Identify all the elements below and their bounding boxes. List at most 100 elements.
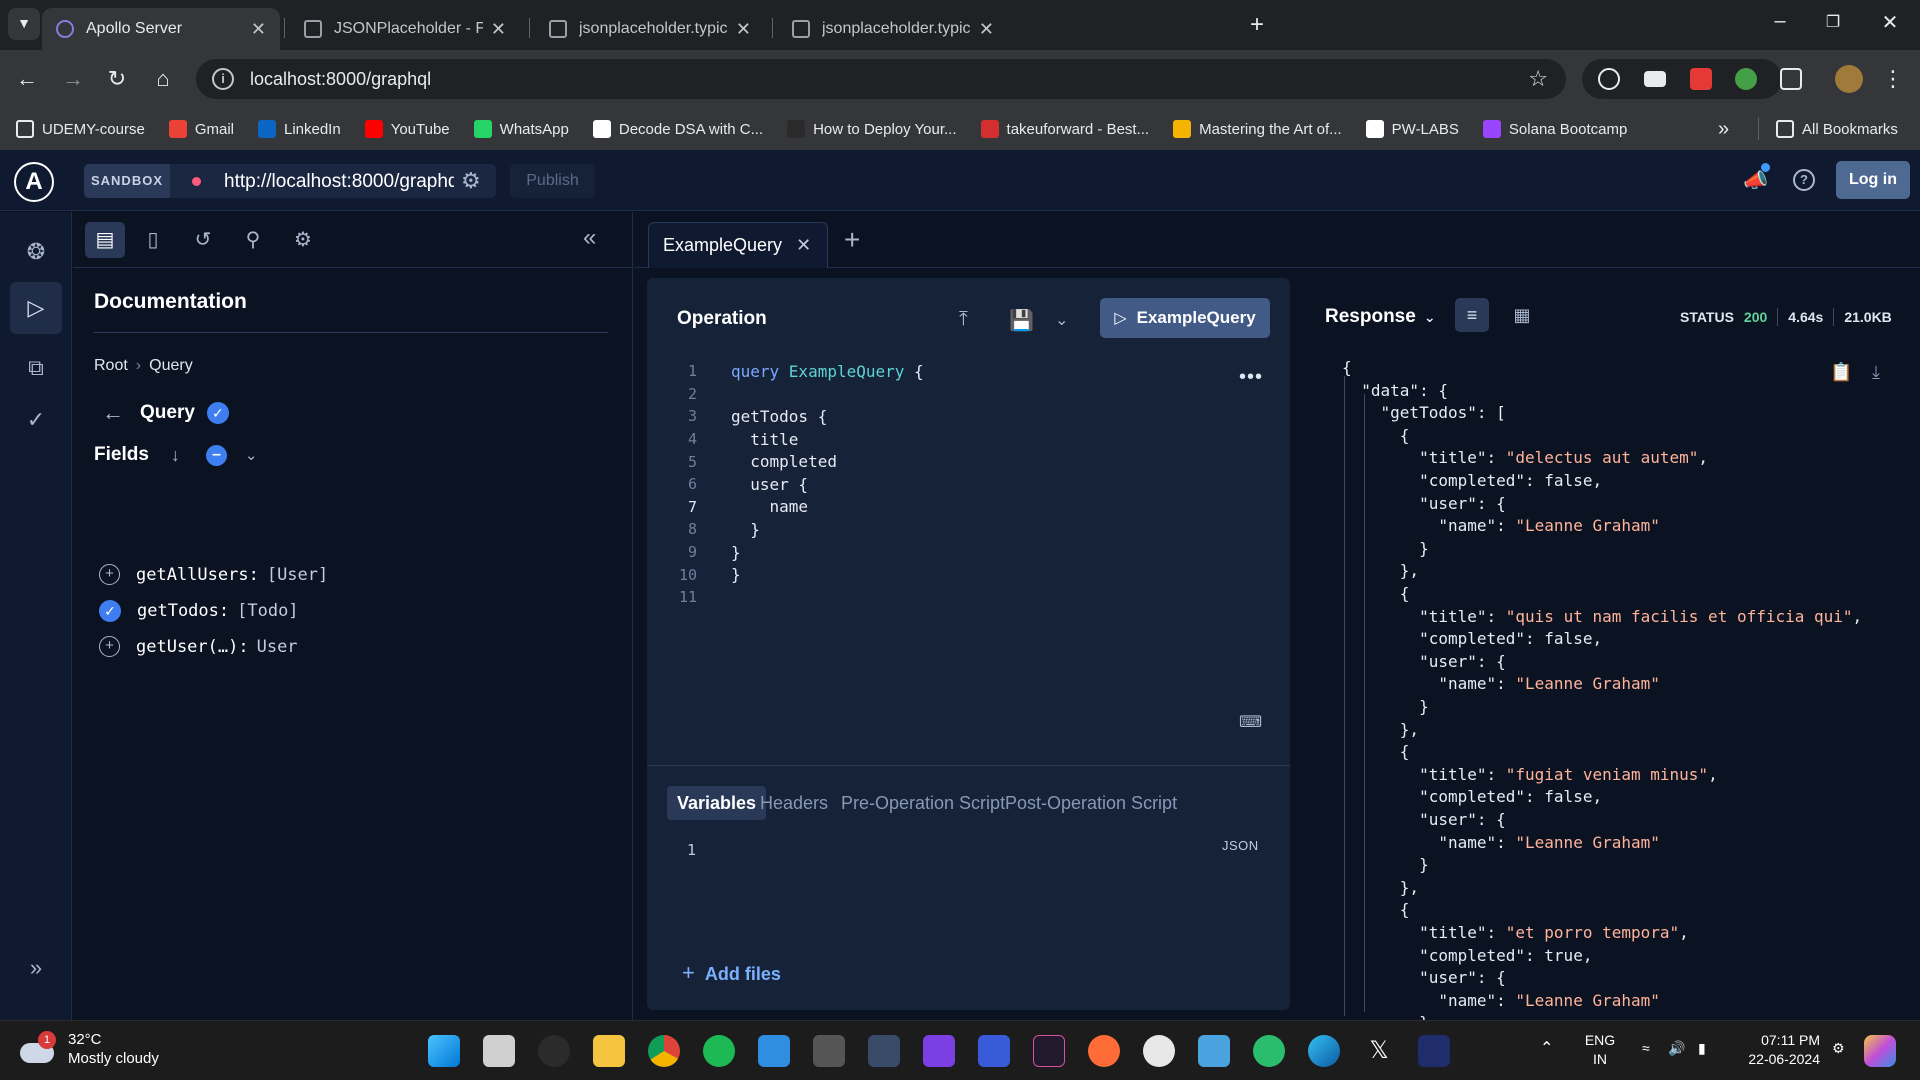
- add-files-button[interactable]: + Add files: [682, 960, 781, 986]
- language-indicator[interactable]: ENG IN: [1580, 1031, 1620, 1069]
- selected-check-icon[interactable]: ✓: [206, 402, 229, 424]
- new-operation-tab-icon[interactable]: +: [844, 224, 860, 256]
- field-type[interactable]: [Todo]: [237, 601, 298, 621]
- app-icon-dark[interactable]: [538, 1035, 570, 1067]
- json-mode-label[interactable]: JSON: [1222, 838, 1259, 853]
- profile-avatar[interactable]: [1832, 62, 1866, 96]
- schema-icon[interactable]: ❂: [10, 226, 62, 278]
- more-bookmarks-icon[interactable]: »: [1718, 118, 1729, 141]
- mongodb-icon[interactable]: [1143, 1035, 1175, 1067]
- browser-tab[interactable]: JSONPlaceholder - Free Fake RE ✕: [290, 8, 520, 50]
- chrome-icon[interactable]: [648, 1035, 680, 1067]
- breadcrumb-root[interactable]: Root: [94, 357, 128, 374]
- start-icon[interactable]: [428, 1035, 460, 1067]
- bookmark-item[interactable]: LinkedIn: [257, 120, 341, 138]
- help-icon[interactable]: ?: [1793, 169, 1815, 191]
- close-tab-icon[interactable]: ✕: [251, 19, 266, 40]
- close-window-button[interactable]: ✕: [1870, 10, 1910, 35]
- restore-button[interactable]: ❐: [1813, 12, 1853, 32]
- clock[interactable]: 07:11 PM 22-06-2024: [1734, 1031, 1820, 1069]
- doc-field-row[interactable]: + getAllUsers: [User]: [99, 564, 328, 585]
- variables-tab[interactable]: Post-Operation Script: [1005, 786, 1177, 820]
- settings-tab-icon[interactable]: ⚙: [283, 222, 323, 258]
- search-tab-icon[interactable]: ⚲: [233, 222, 273, 258]
- bookmark-item[interactable]: Mastering the Art of...: [1173, 120, 1342, 138]
- app-icon-blue[interactable]: [978, 1035, 1010, 1067]
- vscode-icon[interactable]: [758, 1035, 790, 1067]
- minimize-button[interactable]: –: [1760, 10, 1800, 33]
- keyboard-shortcuts-icon[interactable]: ⌨: [1239, 712, 1262, 732]
- bookmark-item[interactable]: Decode DSA with C...: [592, 120, 763, 138]
- list-view-icon[interactable]: ≡: [1455, 298, 1489, 332]
- checks-icon[interactable]: ✓: [10, 394, 62, 446]
- bookmark-item[interactable]: UDEMY-course: [16, 120, 145, 138]
- connection-settings-gear-icon[interactable]: ⚙: [461, 168, 481, 194]
- back-arrow-icon[interactable]: ←: [102, 400, 124, 426]
- documentation-tab-icon[interactable]: ▤: [85, 222, 125, 258]
- terminal-icon[interactable]: [1033, 1035, 1065, 1067]
- battery-icon[interactable]: ▮: [1698, 1039, 1706, 1058]
- table-view-icon[interactable]: ▦: [1505, 298, 1539, 332]
- close-tab-icon[interactable]: ✕: [796, 235, 811, 256]
- browser-tab[interactable]: jsonplaceholder.typicode.com/u ✕: [535, 8, 765, 50]
- bookmark-item[interactable]: Gmail: [168, 120, 234, 138]
- forward-button[interactable]: →: [56, 62, 90, 96]
- browser-tab[interactable]: Apollo Server ✕: [42, 8, 280, 50]
- home-button[interactable]: ⌂: [146, 62, 180, 96]
- variables-tab[interactable]: Pre-Operation Script: [841, 786, 1005, 820]
- app-icon-dh[interactable]: [1418, 1035, 1450, 1067]
- share-icon[interactable]: ⤒: [959, 308, 968, 331]
- explorer-icon[interactable]: ▷: [10, 282, 62, 334]
- response-selector[interactable]: Response ⌄: [1325, 306, 1436, 328]
- weather-widget[interactable]: 1 32°C Mostly cloudy: [20, 1030, 159, 1068]
- bookmark-star-icon[interactable]: ☆: [1528, 66, 1548, 92]
- close-tab-icon[interactable]: ✕: [491, 19, 506, 40]
- save-icon[interactable]: 💾: [1009, 308, 1034, 333]
- browser-tab[interactable]: jsonplaceholder.typicode.com/t ✕: [778, 8, 1008, 50]
- endpoint-input[interactable]: http://localhost:8000/graphql: [224, 171, 454, 193]
- address-bar[interactable]: i localhost:8000/graphql ☆: [196, 59, 1566, 99]
- edge-icon[interactable]: [1308, 1035, 1340, 1067]
- chevron-down-icon[interactable]: ⌄: [1055, 310, 1068, 330]
- intellij-icon[interactable]: [923, 1035, 955, 1067]
- tray-chevron-icon[interactable]: ⌃: [1540, 1039, 1553, 1058]
- all-bookmarks-folder[interactable]: All Bookmarks: [1776, 120, 1898, 138]
- postman-icon[interactable]: [1088, 1035, 1120, 1067]
- address-url[interactable]: localhost:8000/graphql: [250, 69, 1528, 90]
- close-tab-icon[interactable]: ✕: [736, 19, 751, 40]
- react-devtools-icon[interactable]: [1598, 68, 1620, 90]
- chevron-down-icon[interactable]: ⌄: [245, 446, 258, 464]
- field-selected-check-icon[interactable]: ✓: [99, 600, 121, 622]
- site-info-icon[interactable]: i: [212, 68, 234, 90]
- publish-button[interactable]: Publish: [510, 164, 595, 198]
- collapse-panel-icon[interactable]: «: [583, 224, 596, 252]
- task-view-icon[interactable]: [483, 1035, 515, 1067]
- variables-tab[interactable]: Headers: [760, 786, 828, 820]
- gear-icon[interactable]: ⚙: [1832, 1039, 1845, 1058]
- more-options-icon[interactable]: •••: [1239, 366, 1263, 389]
- sort-arrow-icon[interactable]: ↓: [171, 445, 180, 466]
- app-icon-hex[interactable]: [868, 1035, 900, 1067]
- expand-rail-icon[interactable]: »: [10, 942, 62, 994]
- app-icon-green[interactable]: [1253, 1035, 1285, 1067]
- bookmark-item[interactable]: WhatsApp: [473, 120, 569, 138]
- volume-icon[interactable]: 🔊: [1668, 1039, 1685, 1058]
- x-icon[interactable]: 𝕏: [1363, 1035, 1395, 1067]
- tab-example-query[interactable]: ExampleQuery ✕: [648, 222, 828, 268]
- extension-icon-globe[interactable]: [1735, 68, 1757, 90]
- close-tab-icon[interactable]: ✕: [979, 19, 994, 40]
- extension-icon-window[interactable]: [1644, 71, 1666, 87]
- variables-tab[interactable]: Variables: [667, 786, 767, 820]
- run-operation-button[interactable]: ▷ ExampleQuery: [1100, 298, 1270, 338]
- login-button[interactable]: Log in: [1836, 161, 1910, 199]
- deselect-all-icon[interactable]: –: [205, 444, 227, 466]
- collections-icon[interactable]: ⧉: [10, 342, 62, 394]
- extension-icon-chart[interactable]: [1690, 68, 1712, 90]
- add-field-plus-icon[interactable]: +: [99, 636, 120, 657]
- wifi-icon[interactable]: ≈: [1642, 1039, 1650, 1058]
- bookmark-tab-icon[interactable]: ▯: [133, 222, 173, 258]
- bookmark-item[interactable]: PW-LABS: [1365, 120, 1459, 138]
- doc-field-row[interactable]: + getUser(…): User: [99, 636, 298, 657]
- browser-menu-icon[interactable]: ⋮: [1876, 62, 1910, 96]
- doc-field-row[interactable]: ✓ getTodos: [Todo]: [99, 600, 299, 622]
